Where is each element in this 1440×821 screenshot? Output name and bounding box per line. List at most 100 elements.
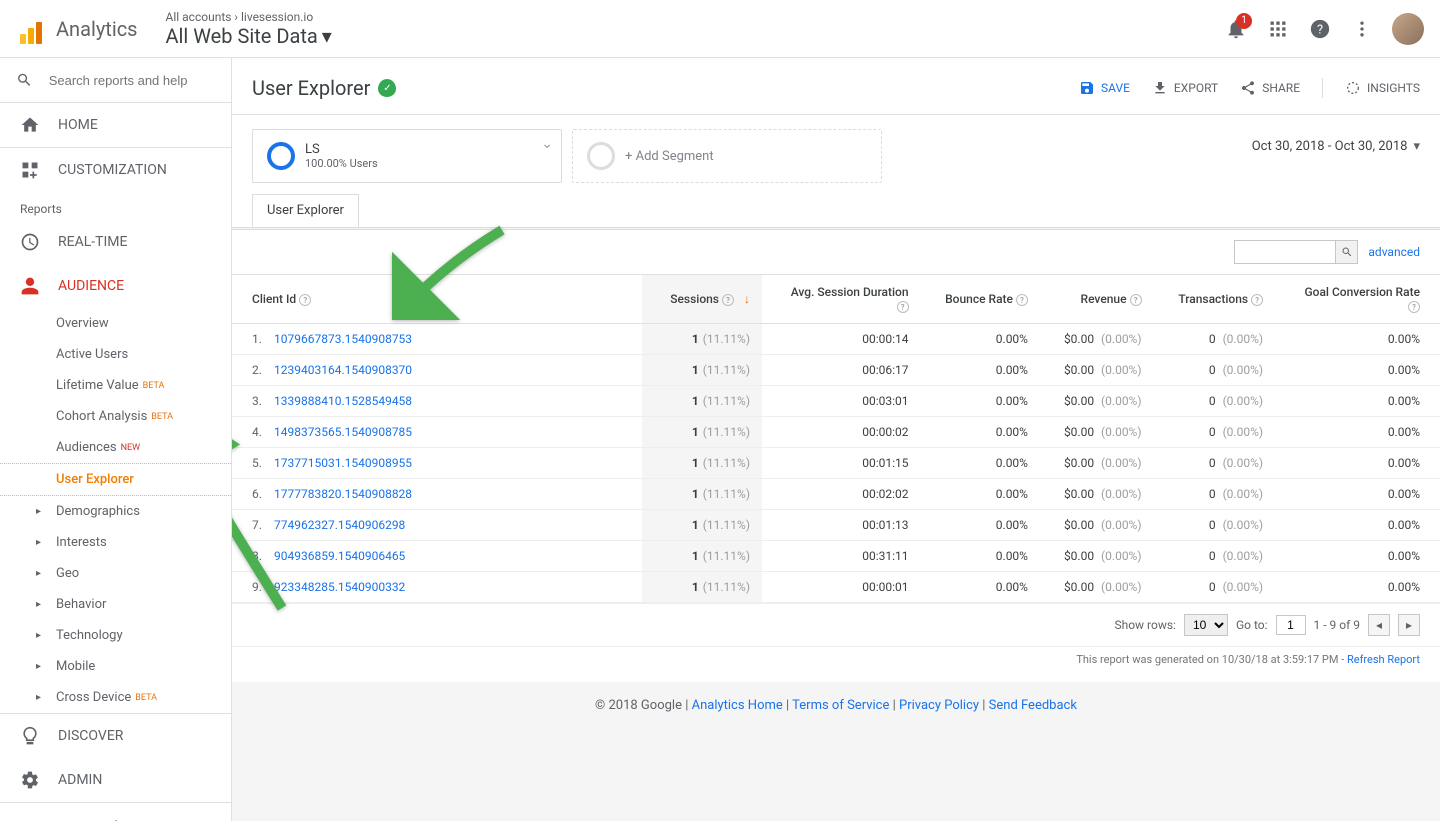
sub-label: Cohort Analysis [56,409,147,424]
cell-client-id: 3.1339888410.1528549458 [232,386,642,417]
th-avg-duration[interactable]: Avg. Session Duration? [762,275,921,324]
client-id-link[interactable]: 1239403164.1540908370 [274,363,412,377]
table-row: 2.1239403164.15409083701(11.11%)00:06:17… [232,355,1440,386]
help-icon[interactable]: ? [722,294,734,306]
help-icon[interactable]: ? [1251,294,1263,306]
sidebar-item-label: HOME [58,117,98,133]
help-icon[interactable]: ? [299,294,311,306]
refresh-report-link[interactable]: Refresh Report [1347,653,1420,666]
save-button[interactable]: SAVE [1079,80,1130,96]
sidebar-item-home[interactable]: HOME [0,103,231,147]
sub-item-active-users[interactable]: Active Users [0,339,231,370]
footer-link-home[interactable]: Analytics Home [692,698,783,713]
cell-client-id: 5.1737715031.1540908955 [232,448,642,479]
goto-input[interactable] [1276,615,1306,635]
footer-link-feedback[interactable]: Send Feedback [989,698,1077,713]
cell-sessions: 1(11.11%) [642,541,762,572]
sidebar-item-admin[interactable]: ADMIN [0,758,231,802]
sidebar-item-audience[interactable]: AUDIENCE [0,264,231,308]
advanced-link[interactable]: advanced [1368,245,1420,259]
user-explorer-table: Client Id? Sessions?↓ Avg. Session Durat… [232,274,1440,603]
collapse-sidebar-button[interactable]: ‹ [0,802,231,821]
cell-tx: 0 (0.00%) [1154,417,1276,448]
sub-item-interests[interactable]: ▸Interests [0,527,231,558]
cell-conv: 0.00% [1275,417,1440,448]
th-label: Avg. Session Duration [791,285,909,299]
more-icon[interactable] [1350,17,1374,41]
client-id-link[interactable]: 1339888410.1528549458 [274,394,412,408]
table-row: 6.1777783820.15409088281(11.11%)00:02:02… [232,479,1440,510]
apps-icon[interactable] [1266,17,1290,41]
sub-item-cohort[interactable]: Cohort AnalysisBETA [0,401,231,432]
sub-item-behavior[interactable]: ▸Behavior [0,589,231,620]
avatar[interactable] [1392,13,1424,45]
segment-name: LS [305,142,378,157]
show-rows-select[interactable]: 10 [1184,614,1228,636]
page-header: User Explorer SAVE EXPORT SHARE INSIGHTS [232,58,1440,114]
breadcrumb-property: livesession.io [241,10,313,24]
sidebar-item-discover[interactable]: DISCOVER [0,714,231,758]
client-id-link[interactable]: 1737715031.1540908955 [274,456,412,470]
tab-bar: User Explorer [232,194,1440,228]
property-selector[interactable]: All accounts › livesession.io All Web Si… [166,10,332,48]
sidebar-item-label: REAL-TIME [58,234,127,250]
sub-label: Technology [56,628,123,643]
th-transactions[interactable]: Transactions? [1154,275,1276,324]
search-input[interactable] [49,73,215,88]
search-row[interactable] [0,58,231,103]
segment-card[interactable]: LS 100.00% Users ⌄ [252,129,562,183]
client-id-link[interactable]: 923348285.1540900332 [274,580,405,594]
add-segment-button[interactable]: + Add Segment [572,129,882,183]
client-id-link[interactable]: 1079667873.1540908753 [274,332,412,346]
date-range-picker[interactable]: Oct 30, 2018 - Oct 30, 2018 ▾ [1252,129,1420,154]
footer-link-privacy[interactable]: Privacy Policy [899,698,979,713]
help-icon[interactable]: ? [1308,17,1332,41]
th-conversion[interactable]: Goal Conversion Rate? [1275,275,1440,324]
sidebar-item-customization[interactable]: CUSTOMIZATION [0,148,231,192]
cell-revenue: $0.00 (0.00%) [1040,510,1154,541]
chevron-down-icon: ▾ [1413,139,1420,154]
insights-button[interactable]: INSIGHTS [1345,80,1420,96]
sub-item-lifetime-value[interactable]: Lifetime ValueBETA [0,370,231,401]
client-id-link[interactable]: 904936859.1540906465 [274,549,405,563]
table-search-input[interactable] [1235,241,1335,263]
next-page-button[interactable]: ▸ [1398,614,1420,636]
sub-item-demographics[interactable]: ▸Demographics [0,496,231,527]
notifications-icon[interactable]: 1 [1224,17,1248,41]
client-id-link[interactable]: 1777783820.1540908828 [274,487,412,501]
gen-note-text: This report was generated on 10/30/18 at… [1076,653,1347,666]
help-icon[interactable]: ? [1130,294,1142,306]
sub-item-user-explorer[interactable]: User Explorer [0,463,231,496]
cell-sessions: 1(11.11%) [642,448,762,479]
footer-link-tos[interactable]: Terms of Service [792,698,889,713]
sub-item-technology[interactable]: ▸Technology [0,620,231,651]
cell-tx: 0 (0.00%) [1154,355,1276,386]
th-client-id[interactable]: Client Id? [232,275,642,324]
cell-conv: 0.00% [1275,572,1440,603]
sub-item-overview[interactable]: Overview [0,308,231,339]
th-bounce[interactable]: Bounce Rate? [921,275,1040,324]
sub-item-cross-device[interactable]: ▸Cross DeviceBETA [0,682,231,713]
logo-block[interactable]: Analytics [16,14,138,44]
th-revenue[interactable]: Revenue? [1040,275,1154,324]
row-number: 1. [252,332,266,346]
export-button[interactable]: EXPORT [1152,80,1218,96]
tab-user-explorer[interactable]: User Explorer [252,194,359,227]
prev-page-button[interactable]: ◂ [1368,614,1390,636]
sub-item-audiences[interactable]: AudiencesNEW [0,432,231,463]
client-id-link[interactable]: 1498373565.1540908785 [274,425,412,439]
th-sessions[interactable]: Sessions?↓ [642,275,762,324]
help-icon[interactable]: ? [1016,294,1028,306]
sub-item-mobile[interactable]: ▸Mobile [0,651,231,682]
share-button[interactable]: SHARE [1240,80,1300,96]
cell-duration: 00:31:11 [762,541,921,572]
sidebar-item-realtime[interactable]: REAL-TIME [0,220,231,264]
client-id-link[interactable]: 774962327.1540906298 [274,518,405,532]
cell-bounce: 0.00% [921,386,1040,417]
cell-tx: 0 (0.00%) [1154,541,1276,572]
new-badge: NEW [121,443,141,453]
table-search-button[interactable] [1335,241,1357,263]
sub-item-geo[interactable]: ▸Geo [0,558,231,589]
help-icon[interactable]: ? [897,301,909,313]
help-icon[interactable]: ? [1408,301,1420,313]
